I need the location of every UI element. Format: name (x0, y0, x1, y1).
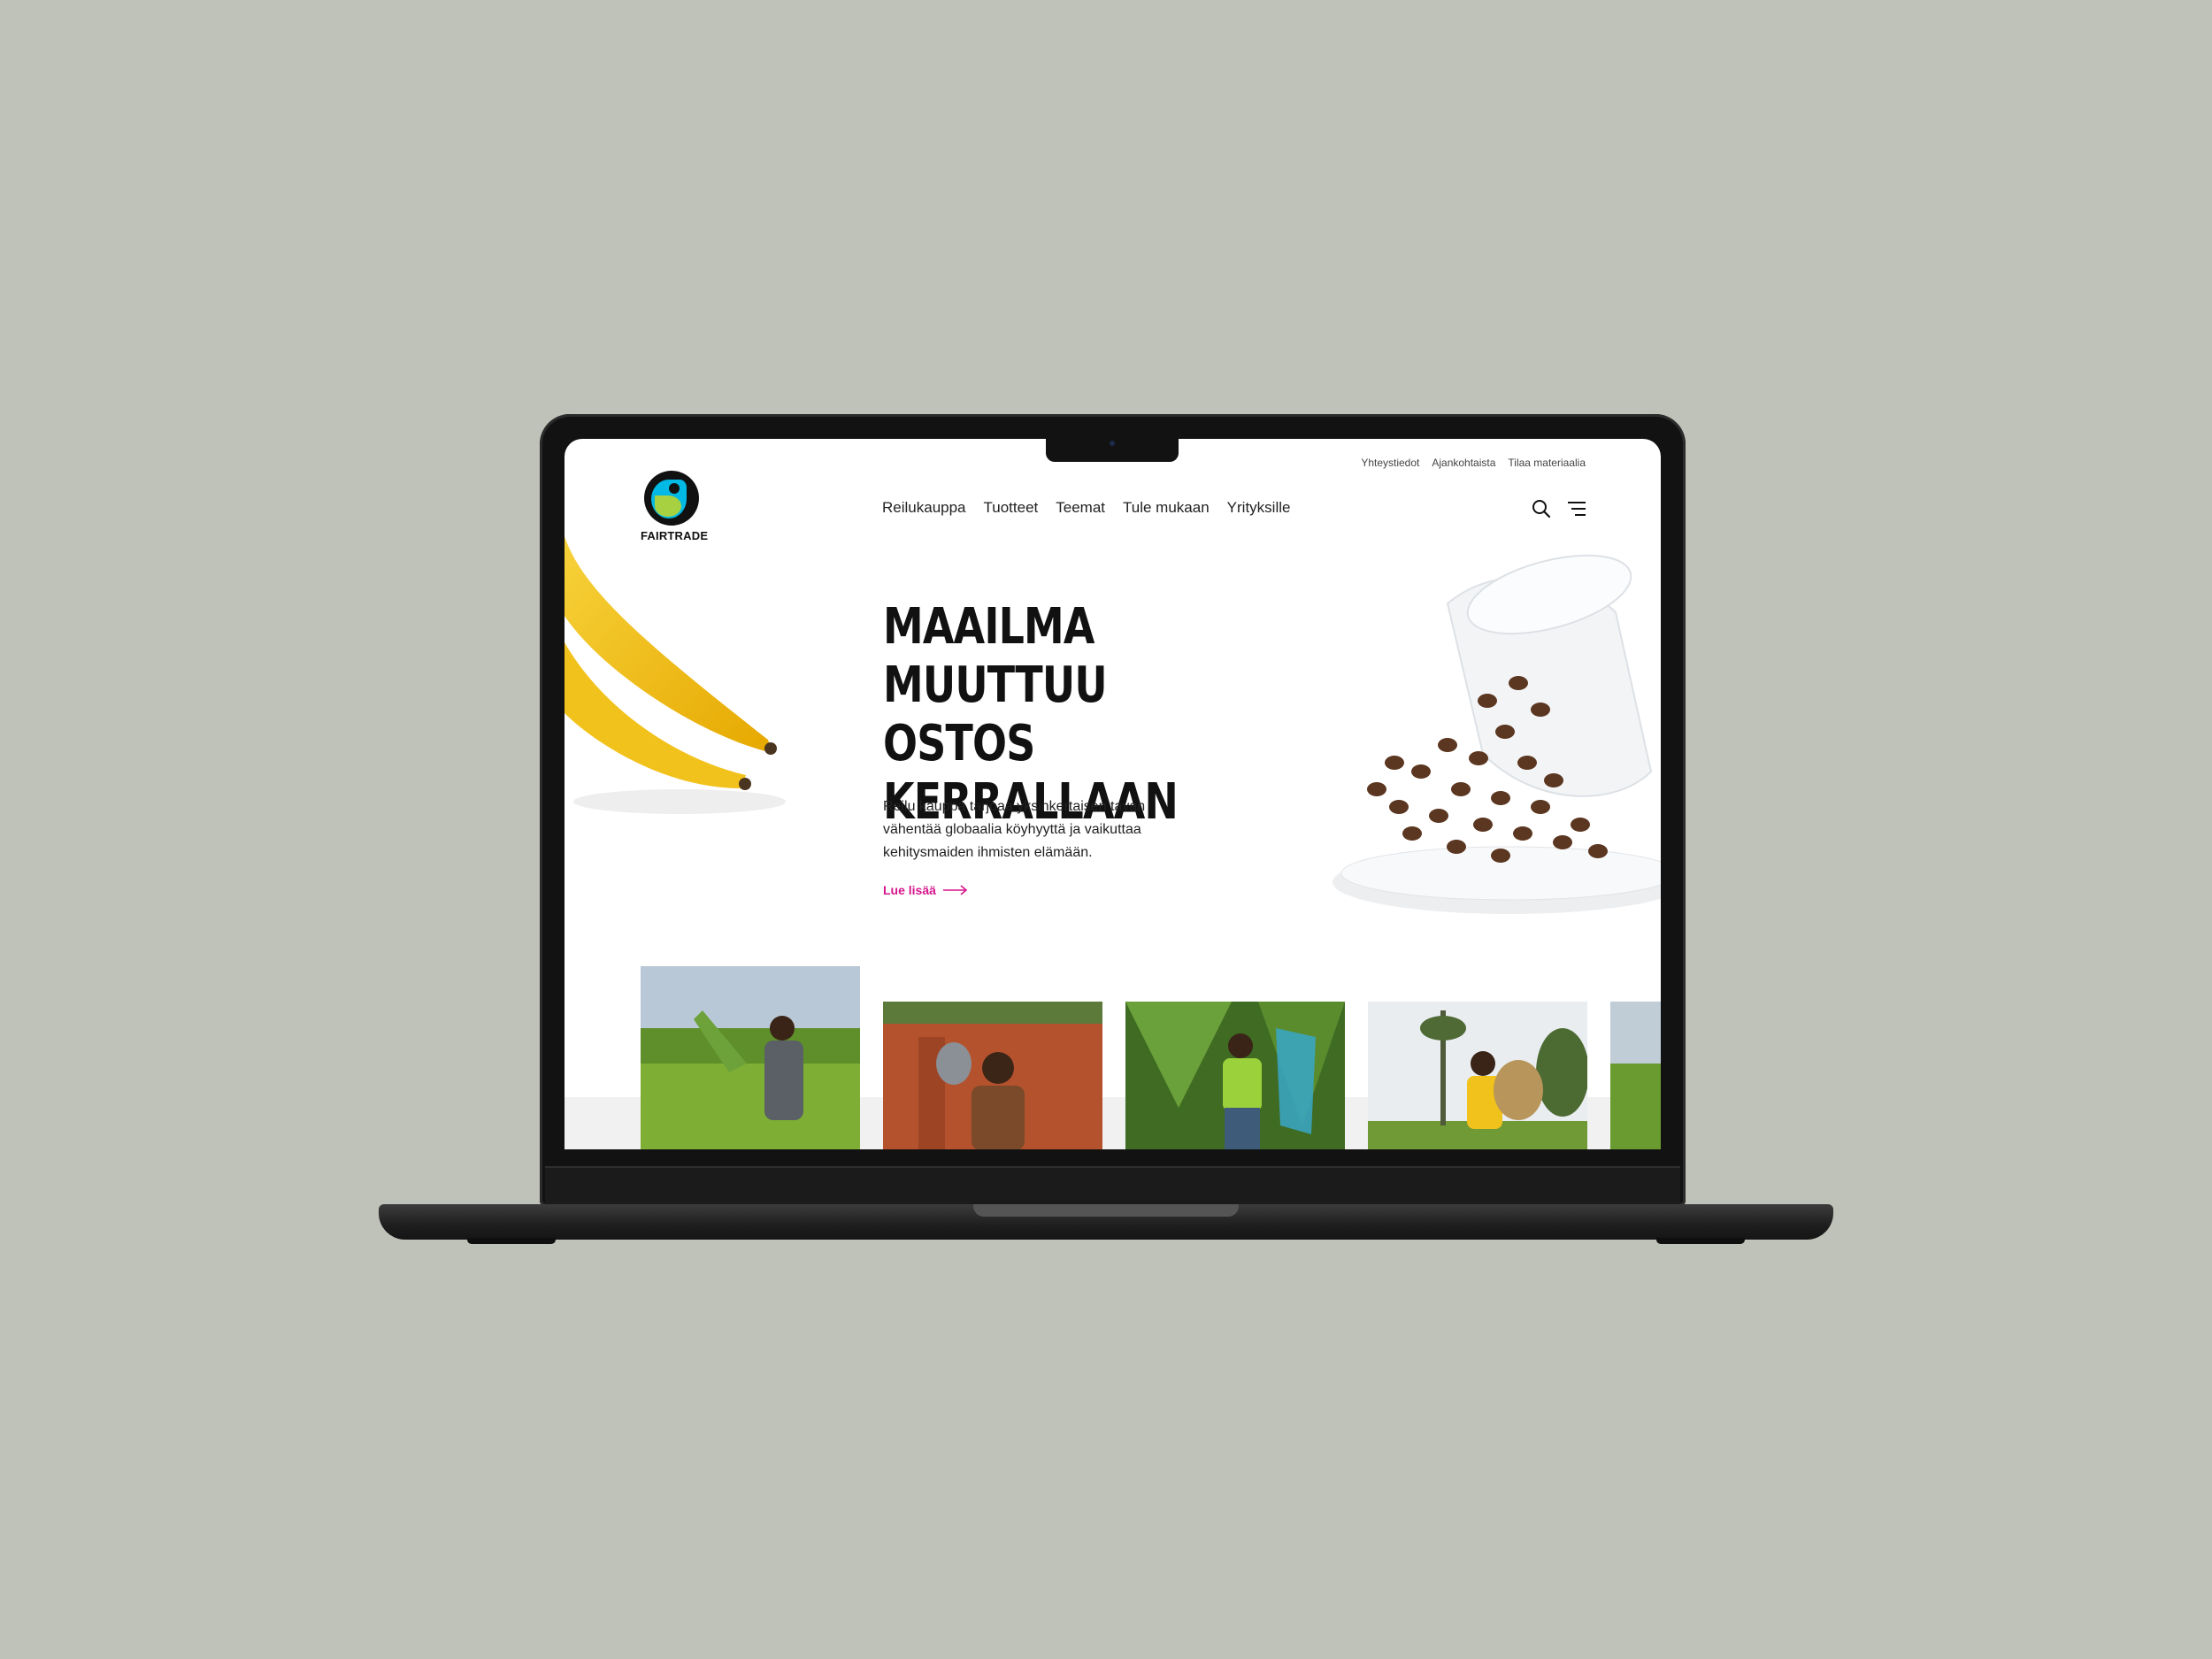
menu-icon[interactable] (1567, 499, 1586, 518)
laptop-foot (1656, 1238, 1745, 1244)
tea-field-photo (1610, 1002, 1661, 1149)
nav-item-tuotteet[interactable]: Tuotteet (984, 499, 1039, 517)
util-link-contact[interactable]: Yhteystiedot (1361, 457, 1419, 469)
read-more-label: Lue lisää (883, 883, 936, 897)
nav-item-teemat[interactable]: Teemat (1056, 499, 1105, 517)
hero-title-line: MUUTTUU OSTOS (883, 657, 1108, 772)
basket-carrier-photo (1368, 1002, 1587, 1149)
fairtrade-logo[interactable]: FAIRTRADE (641, 471, 708, 542)
laptop-foot (467, 1238, 556, 1244)
hero-title-line: MAAILMA (883, 598, 1094, 656)
laptop-bezel (545, 1166, 1680, 1205)
nav-item-tule-mukaan[interactable]: Tule mukaan (1123, 499, 1210, 517)
hero-body-text: Reilu kauppa tarjoaa yksinkertaisen tava… (883, 799, 1146, 860)
laptop-base-notch (973, 1204, 1239, 1217)
fairtrade-mark-icon (644, 471, 699, 526)
website-screen: Yhteystiedot Ajankohtaista Tilaa materia… (565, 439, 1661, 1149)
main-nav: Reilukauppa Tuotteet Teemat Tule mukaan … (882, 499, 1290, 517)
farmer-shovel-photo (883, 1002, 1102, 1149)
nav-item-yrityksille[interactable]: Yrityksille (1227, 499, 1291, 517)
nav-item-reilukauppa[interactable]: Reilukauppa (882, 499, 966, 517)
banana-image (565, 536, 786, 814)
banana-worker-photo (1125, 1002, 1345, 1149)
utility-nav: Yhteystiedot Ajankohtaista Tilaa materia… (1361, 457, 1586, 469)
arrow-right-icon (942, 885, 968, 895)
card-tea-picker[interactable] (641, 966, 860, 1149)
card-basket-carrier[interactable] (1368, 1002, 1587, 1149)
card-tea-field-partial[interactable] (1610, 1002, 1661, 1149)
card-farmer-shovel[interactable] (883, 1002, 1102, 1149)
read-more-link[interactable]: Lue lisää (883, 883, 968, 897)
tea-picker-photo (641, 966, 860, 1149)
util-link-order-material[interactable]: Tilaa materiaalia (1508, 457, 1586, 469)
search-icon[interactable] (1532, 499, 1551, 518)
coffee-beans-image (1315, 541, 1661, 922)
camera (1110, 441, 1115, 446)
util-link-news[interactable]: Ajankohtaista (1432, 457, 1495, 469)
card-banana-worker[interactable] (1125, 1002, 1345, 1149)
